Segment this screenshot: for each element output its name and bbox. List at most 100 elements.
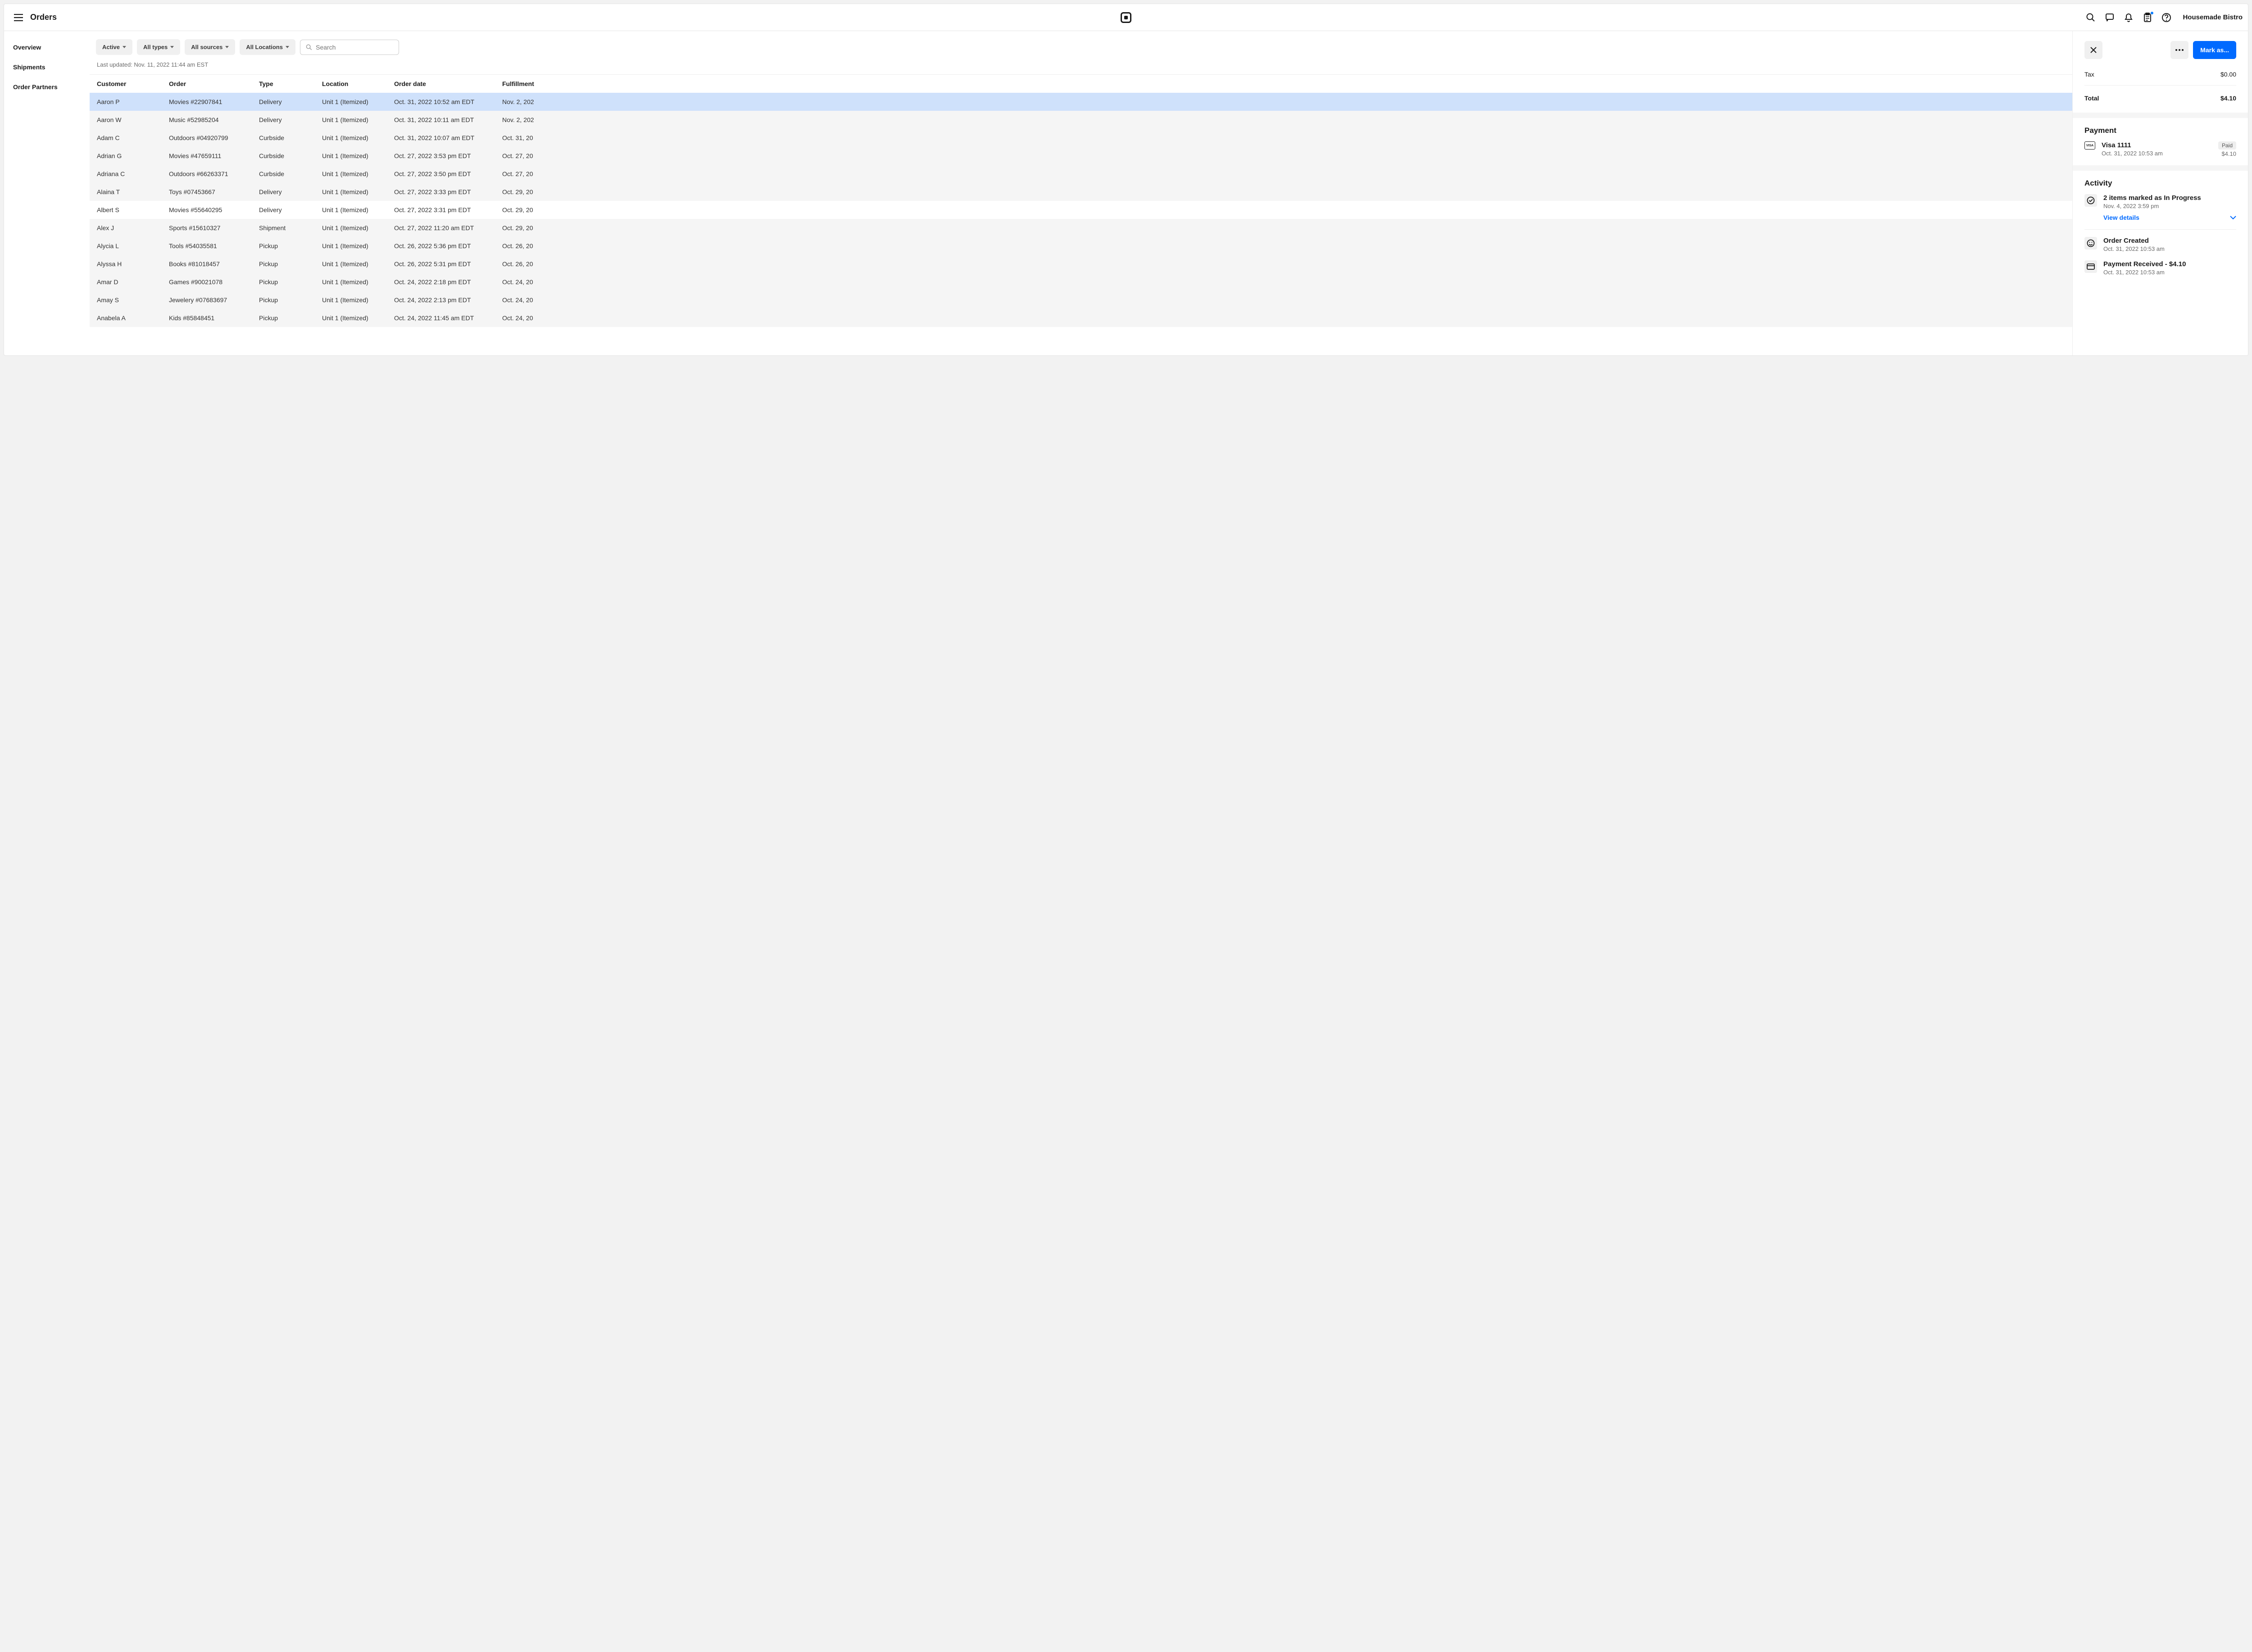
cell-customer: Albert S (97, 206, 169, 213)
tasks-button[interactable] (2142, 12, 2153, 23)
col-fulfillment[interactable]: Fulfillment (502, 80, 2241, 87)
chevron-down-icon (123, 46, 126, 48)
cell-order: Books #81018457 (169, 260, 259, 268)
table-row[interactable]: Alycia LTools #54035581PickupUnit 1 (Ite… (90, 237, 2248, 255)
cell-location: Unit 1 (Itemized) (322, 296, 394, 304)
cell-customer: Amar D (97, 278, 169, 286)
activity-section-title: Activity (2084, 179, 2236, 188)
logo[interactable] (1121, 12, 1131, 23)
activity-date: Oct. 31, 2022 10:53 am (2103, 245, 2236, 252)
col-date[interactable]: Order date (394, 80, 502, 87)
divider (2084, 229, 2236, 230)
cell-date: Oct. 24, 2022 2:18 pm EDT (394, 278, 502, 286)
table-row[interactable]: Albert SMovies #55640295DeliveryUnit 1 (… (90, 201, 2248, 219)
messages-button[interactable] (2104, 12, 2115, 23)
cell-order: Tools #54035581 (169, 242, 259, 250)
cell-fulfillment: Oct. 29, 20 (502, 224, 2241, 231)
table-header: Customer Order Type Location Order date … (90, 74, 2248, 93)
cell-type: Curbside (259, 152, 322, 159)
search-button[interactable] (2085, 12, 2096, 23)
tax-value: $0.00 (2220, 71, 2236, 78)
table-row[interactable]: Adam COutdoors #04920799CurbsideUnit 1 (… (90, 129, 2248, 147)
cell-date: Oct. 24, 2022 11:45 am EDT (394, 314, 502, 322)
col-order[interactable]: Order (169, 80, 259, 87)
table-row[interactable]: Anabela AKids #85848451PickupUnit 1 (Ite… (90, 309, 2248, 327)
cell-type: Curbside (259, 170, 322, 177)
cell-date: Oct. 31, 2022 10:11 am EDT (394, 116, 502, 123)
sidenav-shipments[interactable]: Shipments (13, 64, 81, 71)
page-title: Orders (30, 13, 57, 22)
cell-customer: Alycia L (97, 242, 169, 250)
total-label: Total (2084, 95, 2099, 102)
filter-types-label: All types (143, 44, 168, 50)
total-row: Total $4.10 (2084, 92, 2236, 104)
chat-icon (2105, 13, 2114, 22)
menu-button[interactable] (9, 9, 27, 27)
cell-fulfillment: Oct. 26, 20 (502, 260, 2241, 268)
cell-date: Oct. 27, 2022 3:53 pm EDT (394, 152, 502, 159)
tax-row: Tax $0.00 (2084, 68, 2236, 81)
cell-order: Movies #47659111 (169, 152, 259, 159)
cell-type: Pickup (259, 278, 322, 286)
close-panel-button[interactable] (2084, 41, 2102, 59)
col-customer[interactable]: Customer (97, 80, 169, 87)
filter-bar: Active All types All sources All Locatio… (90, 31, 2248, 59)
chevron-down-icon (225, 46, 229, 48)
cell-fulfillment: Nov. 2, 202 (502, 98, 2241, 105)
cell-type: Delivery (259, 206, 322, 213)
filter-locations[interactable]: All Locations (240, 39, 295, 55)
sidenav-order-partners[interactable]: Order Partners (13, 83, 81, 91)
cell-type: Delivery (259, 98, 322, 105)
cell-order: Jewelery #07683697 (169, 296, 259, 304)
table-row[interactable]: Amay SJewelery #07683697PickupUnit 1 (It… (90, 291, 2248, 309)
col-type[interactable]: Type (259, 80, 322, 87)
help-button[interactable] (2161, 12, 2172, 23)
account-name[interactable]: Housemade Bistro (2183, 14, 2243, 21)
payment-section-title: Payment (2084, 126, 2236, 135)
main: Active All types All sources All Locatio… (90, 31, 2248, 355)
cell-order: Kids #85848451 (169, 314, 259, 322)
activity-date: Nov. 4, 2022 3:59 pm (2103, 203, 2236, 209)
notification-dot (2150, 11, 2154, 15)
filter-types[interactable]: All types (137, 39, 180, 55)
search-box[interactable] (300, 40, 399, 55)
cell-order: Sports #15610327 (169, 224, 259, 231)
visa-card-icon: VISA (2084, 141, 2095, 150)
more-actions-button[interactable] (2170, 41, 2188, 59)
chevron-down-icon (286, 46, 289, 48)
topbar: Orders Housemade Bistro (4, 4, 2248, 31)
cell-fulfillment: Oct. 24, 20 (502, 278, 2241, 286)
table-row[interactable]: Amar DGames #90021078PickupUnit 1 (Itemi… (90, 273, 2248, 291)
cell-date: Oct. 24, 2022 2:13 pm EDT (394, 296, 502, 304)
table-row[interactable]: Adriana COutdoors #66263371CurbsideUnit … (90, 165, 2248, 183)
total-value: $4.10 (2220, 95, 2236, 102)
cell-location: Unit 1 (Itemized) (322, 278, 394, 286)
sidenav-overview[interactable]: Overview (13, 44, 81, 51)
check-circle-icon (2084, 194, 2097, 207)
view-details-label: View details (2103, 214, 2139, 221)
body: Overview Shipments Order Partners Active… (4, 31, 2248, 355)
payment-amount: $4.10 (2218, 150, 2236, 157)
filter-sources[interactable]: All sources (185, 39, 235, 55)
table-row[interactable]: Aaron WMusic #52985204DeliveryUnit 1 (It… (90, 111, 2248, 129)
cell-customer: Alaina T (97, 188, 169, 195)
cell-location: Unit 1 (Itemized) (322, 260, 394, 268)
col-location[interactable]: Location (322, 80, 394, 87)
mark-as-button[interactable]: Mark as... (2193, 41, 2236, 59)
activity-date: Oct. 31, 2022 10:53 am (2103, 269, 2236, 276)
table-row[interactable]: Alaina TToys #07453667DeliveryUnit 1 (It… (90, 183, 2248, 201)
table-row[interactable]: Alyssa HBooks #81018457PickupUnit 1 (Ite… (90, 255, 2248, 273)
section-gap (2073, 113, 2248, 118)
notifications-button[interactable] (2123, 12, 2134, 23)
table-row[interactable]: Adrian GMovies #47659111CurbsideUnit 1 (… (90, 147, 2248, 165)
view-details-link[interactable]: View details (2103, 214, 2236, 221)
cell-date: Oct. 27, 2022 11:20 am EDT (394, 224, 502, 231)
cell-type: Pickup (259, 260, 322, 268)
activity-title: 2 items marked as In Progress (2103, 194, 2236, 202)
filter-status[interactable]: Active (96, 39, 132, 55)
table-row[interactable]: Alex JSports #15610327ShipmentUnit 1 (It… (90, 219, 2248, 237)
cell-location: Unit 1 (Itemized) (322, 224, 394, 231)
activity-item: 2 items marked as In Progress Nov. 4, 20… (2084, 194, 2236, 221)
table-row[interactable]: Aaron PMovies #22907841DeliveryUnit 1 (I… (90, 93, 2248, 111)
search-input[interactable] (316, 44, 393, 51)
